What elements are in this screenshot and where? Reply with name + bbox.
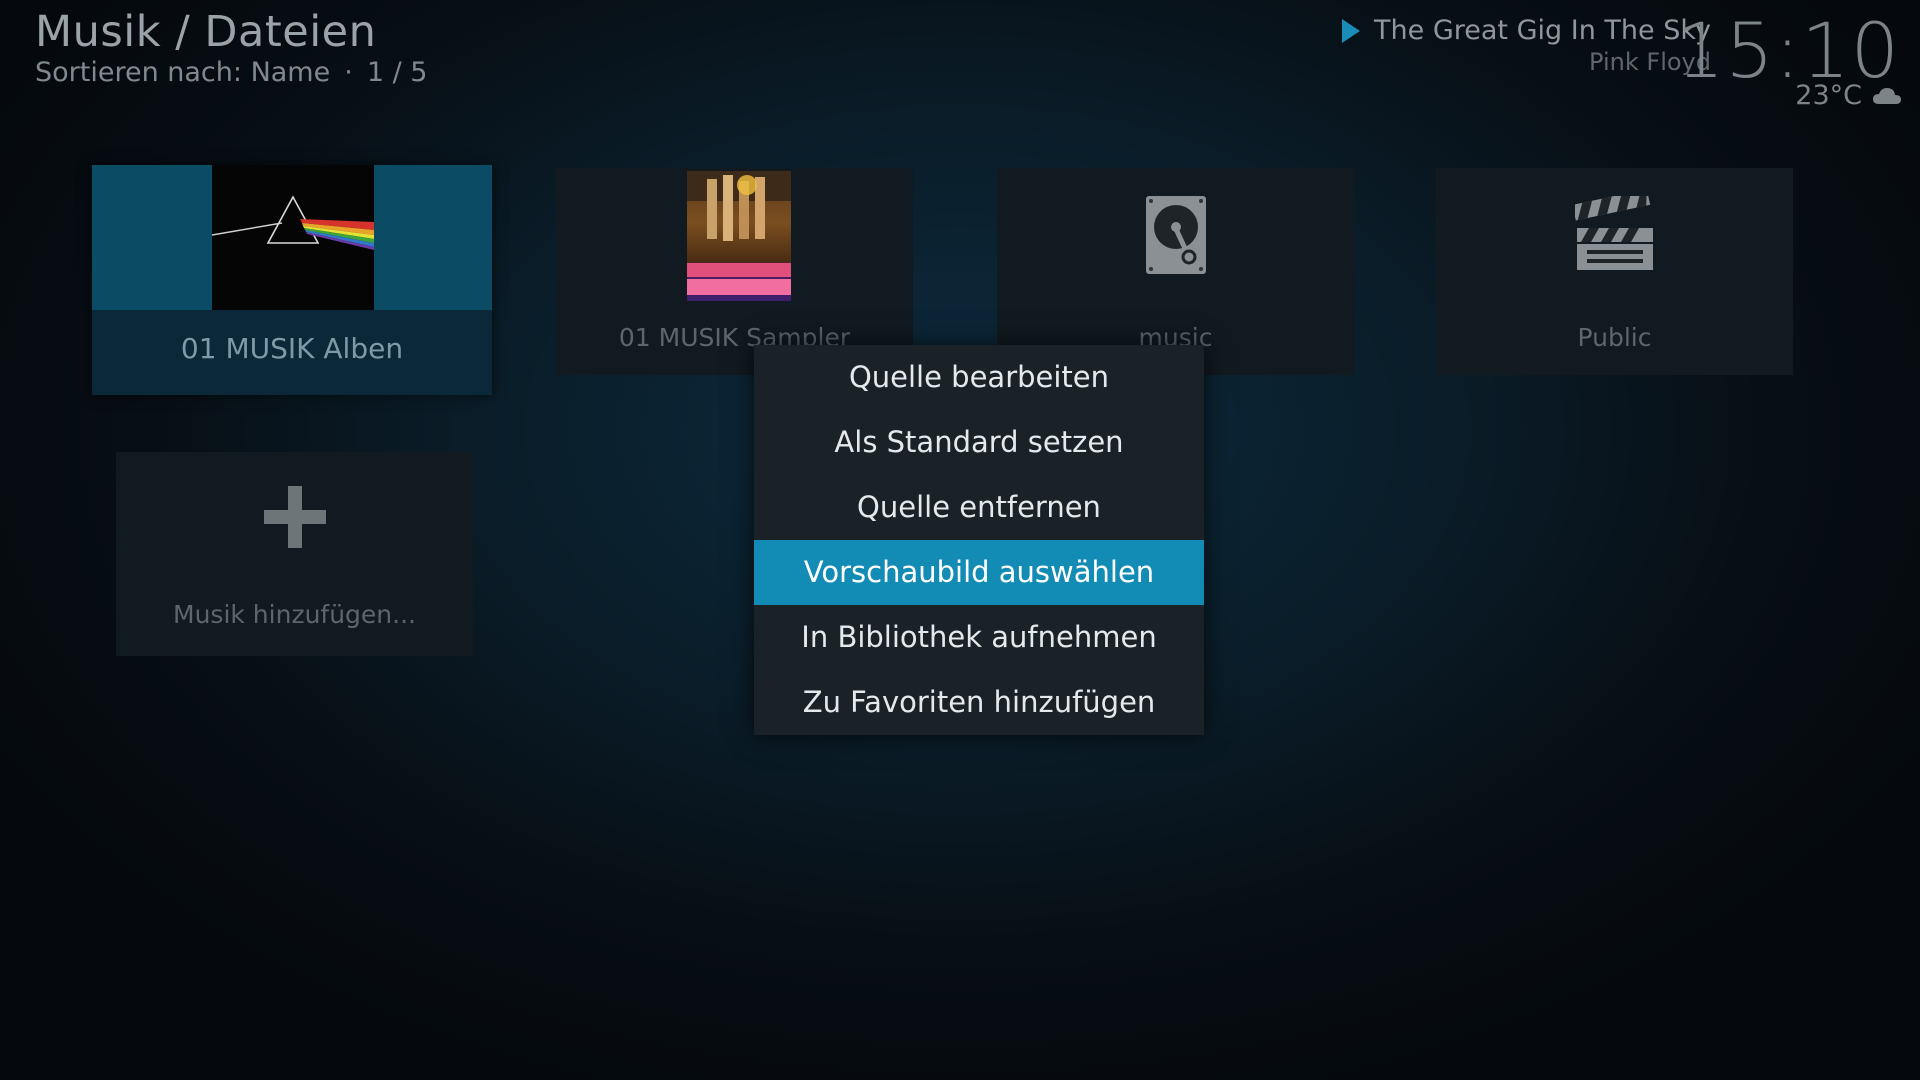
temperature: 23°C — [1795, 80, 1862, 111]
now-playing-artist: Pink Floyd — [1589, 48, 1711, 76]
sort-label: Sortieren nach: Name — [35, 57, 331, 88]
sort-info[interactable]: Sortieren nach: Name · 1 / 5 — [35, 56, 427, 90]
tile-label: 01 MUSIK Alben — [180, 332, 404, 365]
play-icon — [1342, 19, 1361, 43]
prism-album-art — [211, 165, 374, 310]
cloud-icon — [1873, 87, 1901, 104]
source-tile-01-musik-sampler[interactable]: 01 MUSIK Sampler — [556, 168, 913, 375]
now-playing-title: The Great Gig In The Sky — [1374, 15, 1711, 46]
tile-label: Musik hinzufügen... — [173, 600, 416, 629]
source-tile-public[interactable]: Public — [1436, 168, 1793, 375]
album-cover-art — [687, 171, 791, 301]
menu-item-als-standard-setzen[interactable]: Als Standard setzen — [754, 410, 1204, 475]
add-music-tile[interactable]: Musik hinzufügen... — [116, 452, 473, 656]
menu-item-in-bibliothek-aufnehmen[interactable]: In Bibliothek aufnehmen — [754, 605, 1204, 670]
clapperboard-icon — [1574, 196, 1653, 270]
context-menu: Quelle bearbeiten Als Standard setzen Qu… — [754, 345, 1204, 735]
menu-item-vorschaubild-auswaehlen[interactable]: Vorschaubild auswählen — [754, 540, 1204, 605]
page-title: Musik / Dateien — [35, 7, 377, 57]
menu-item-quelle-bearbeiten[interactable]: Quelle bearbeiten — [754, 345, 1204, 410]
menu-item-zu-favoriten-hinzufuegen[interactable]: Zu Favoriten hinzufügen — [754, 670, 1204, 735]
source-tile-music[interactable]: music — [997, 168, 1354, 375]
menu-item-quelle-entfernen[interactable]: Quelle entfernen — [754, 475, 1204, 540]
source-tile-01-musik-alben[interactable]: 01 MUSIK Alben — [92, 165, 492, 395]
plus-icon — [263, 486, 326, 548]
now-playing[interactable]: The Great Gig In The Sky Pink Floyd — [1342, 14, 1711, 76]
header: Musik / Dateien Sortieren nach: Name · 1 /… — [35, 6, 427, 90]
tile-label: Public — [1577, 323, 1652, 352]
weather: 23°C — [1795, 80, 1902, 111]
separator: · — [344, 57, 353, 88]
hard-drive-icon — [1145, 196, 1206, 274]
page-counter: 1 / 5 — [366, 57, 428, 88]
tile-thumbnail — [92, 165, 492, 310]
